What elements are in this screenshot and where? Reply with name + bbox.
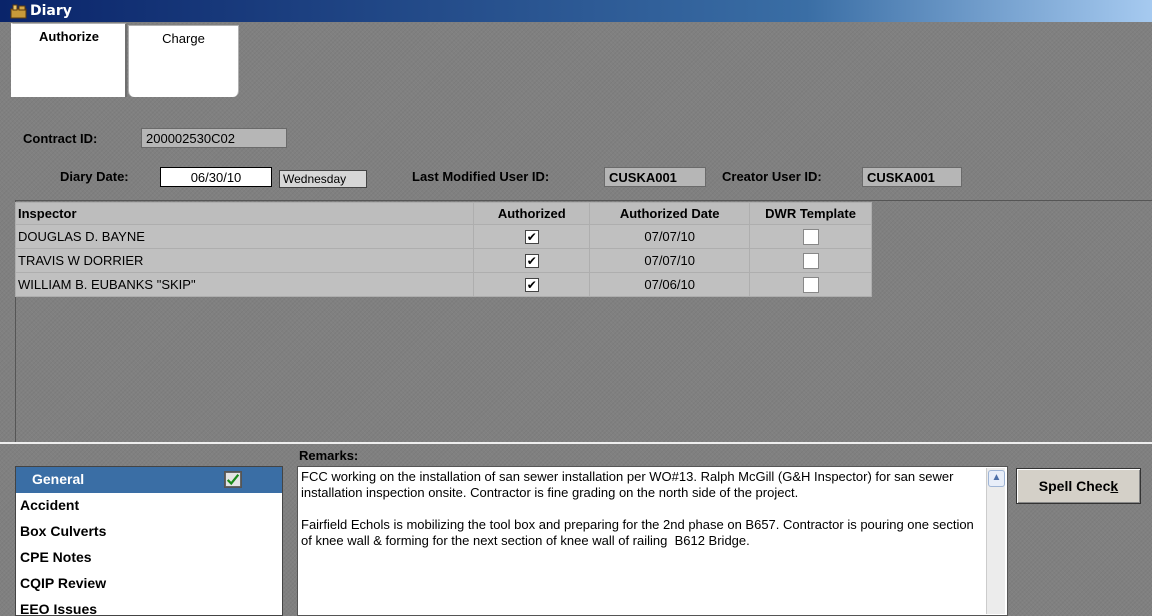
section-divider — [0, 442, 1152, 444]
authorized-checkbox[interactable]: ✔ — [524, 278, 539, 293]
inspector-table: Inspector Authorized Authorized Date DWR… — [14, 202, 872, 297]
contract-id-field[interactable]: 200002530C02 — [141, 128, 287, 148]
col-authorized[interactable]: Authorized — [473, 202, 591, 225]
scroll-up-arrow-icon[interactable]: ▲ — [988, 470, 1005, 487]
nav-item-accident[interactable]: Accident — [16, 493, 282, 519]
col-dwr-template[interactable]: DWR Template — [749, 202, 872, 225]
diary-date-field[interactable]: 06/30/10 — [160, 167, 272, 187]
creator-label: Creator User ID: — [722, 169, 822, 184]
window-title: Diary — [30, 3, 72, 19]
table-row[interactable]: WILLIAM B. EUBANKS "SKIP" ✔ 07/06/10 — [14, 272, 872, 297]
diary-app-icon — [10, 4, 27, 19]
col-inspector[interactable]: Inspector — [14, 202, 475, 225]
creator-field: CUSKA001 — [862, 167, 962, 187]
authorized-date: 07/07/10 — [589, 248, 751, 273]
tab-charge[interactable]: Charge — [128, 25, 239, 97]
last-modified-field: CUSKA001 — [604, 167, 706, 187]
inspector-name[interactable]: DOUGLAS D. BAYNE — [14, 224, 475, 249]
nav-item-box-culverts[interactable]: Box Culverts — [16, 519, 282, 545]
dwr-template-checkbox[interactable] — [802, 276, 819, 293]
spell-check-button[interactable]: Spell Check — [1016, 468, 1141, 504]
nav-item-label: General — [32, 471, 85, 487]
contract-id-label: Contract ID: — [23, 131, 98, 146]
dwr-cell[interactable] — [749, 224, 872, 249]
table-header-row: Inspector Authorized Authorized Date DWR… — [14, 202, 872, 225]
diary-date-label: Diary Date: — [60, 169, 129, 184]
last-modified-label: Last Modified User ID: — [412, 169, 550, 184]
remarks-textarea[interactable]: FCC working on the installation of san s… — [297, 466, 1008, 616]
dwr-cell[interactable] — [749, 272, 872, 297]
weekday-display: Wednesday — [279, 170, 367, 188]
dwr-template-checkbox[interactable] — [802, 252, 819, 269]
inspector-name[interactable]: WILLIAM B. EUBANKS "SKIP" — [14, 272, 475, 297]
nav-item-cpe-notes[interactable]: CPE Notes — [16, 545, 282, 571]
diary-category-list[interactable]: General Accident Box Culverts CPE Notes … — [15, 466, 283, 616]
spell-check-accelerator: k — [1110, 478, 1119, 494]
authorized-checkbox[interactable]: ✔ — [524, 230, 539, 245]
nav-item-eeo-issues[interactable]: EEO Issues — [16, 597, 282, 616]
tab-authorize[interactable]: Authorize — [11, 23, 127, 97]
authorized-cell[interactable]: ✔ — [473, 272, 591, 297]
spell-check-label: Spell Chec — [1038, 478, 1111, 494]
table-row[interactable]: TRAVIS W DORRIER ✔ 07/07/10 — [14, 248, 872, 273]
remarks-paragraph: Fairfield Echols is mobilizing the tool … — [301, 517, 978, 548]
dwr-template-checkbox[interactable] — [802, 228, 819, 245]
tab-charge-label: Charge — [162, 31, 205, 46]
tab-authorize-label: Authorize — [39, 29, 99, 44]
table-row[interactable]: DOUGLAS D. BAYNE ✔ 07/07/10 — [14, 224, 872, 249]
authorized-date: 07/06/10 — [589, 272, 751, 297]
title-bar[interactable] — [0, 0, 1152, 22]
col-authorized-date[interactable]: Authorized Date — [589, 202, 751, 225]
nav-item-general[interactable]: General — [16, 467, 282, 493]
remarks-scrollbar[interactable]: ▲ — [986, 468, 1005, 614]
remarks-paragraph: FCC working on the installation of san s… — [301, 469, 958, 500]
dwr-cell[interactable] — [749, 248, 872, 273]
remarks-label: Remarks: — [299, 448, 359, 463]
checked-note-icon — [224, 471, 242, 488]
authorized-cell[interactable]: ✔ — [473, 248, 591, 273]
authorized-checkbox[interactable]: ✔ — [524, 254, 539, 269]
authorized-cell[interactable]: ✔ — [473, 224, 591, 249]
authorized-date: 07/07/10 — [589, 224, 751, 249]
nav-item-cqip-review[interactable]: CQIP Review — [16, 571, 282, 597]
inspector-name[interactable]: TRAVIS W DORRIER — [14, 248, 475, 273]
